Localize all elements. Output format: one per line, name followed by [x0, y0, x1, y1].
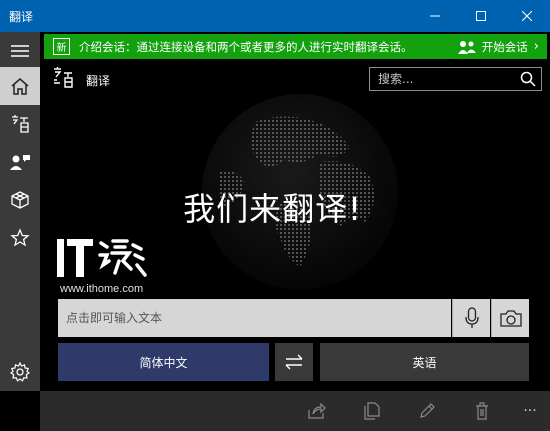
- star-icon: [10, 228, 30, 247]
- camera-icon: [499, 310, 522, 327]
- nav-phrasebook[interactable]: [0, 105, 40, 143]
- nav-settings[interactable]: [0, 353, 40, 391]
- trash-icon: [476, 402, 488, 420]
- cube-icon: [11, 191, 29, 209]
- nav-home[interactable]: [0, 67, 40, 105]
- copy-button[interactable]: [352, 391, 392, 431]
- window-title: 翻译: [9, 9, 34, 24]
- people-icon: [457, 40, 476, 54]
- source-language-label: 简体中文: [139, 355, 188, 370]
- search-icon[interactable]: [520, 71, 536, 87]
- target-language-label: 英语: [412, 355, 437, 370]
- edit-button[interactable]: [407, 391, 447, 431]
- pencil-icon: [420, 403, 435, 418]
- nav-conversation[interactable]: [0, 143, 40, 181]
- swap-languages-button[interactable]: [275, 343, 313, 381]
- minimize-button[interactable]: [412, 0, 458, 32]
- source-language-button[interactable]: 简体中文: [58, 343, 269, 381]
- title-bar: 翻译: [0, 0, 550, 32]
- watermark-url: www.ithome.com: [60, 283, 144, 295]
- app-name: 翻译: [86, 74, 111, 88]
- hamburger-icon: [11, 45, 29, 57]
- copy-icon: [364, 402, 380, 420]
- minimize-icon: [430, 15, 440, 17]
- hamburger-button[interactable]: [0, 32, 40, 70]
- nav-camera[interactable]: [0, 181, 40, 219]
- search-input[interactable]: [370, 68, 510, 90]
- more-options-button[interactable]: ···: [510, 391, 550, 431]
- gear-icon: [10, 362, 30, 382]
- close-icon: [522, 11, 532, 21]
- maximize-icon: [476, 11, 486, 21]
- hero-heading: 我们来翻译!: [183, 190, 362, 228]
- nav-favorites[interactable]: [0, 219, 40, 257]
- home-icon: [11, 78, 29, 95]
- close-button[interactable]: [504, 0, 550, 32]
- target-language-button[interactable]: 英语: [320, 343, 529, 381]
- ithome-watermark-logo: [57, 239, 147, 277]
- share-icon: [308, 403, 326, 419]
- maximize-button[interactable]: [458, 0, 504, 32]
- conversation-banner[interactable]: 新 介绍会话：通过连接设备和两个或者更多的人进行实时翻译会话。 开始会话 ›: [44, 34, 547, 59]
- search-box[interactable]: [369, 67, 542, 91]
- delete-button[interactable]: [462, 391, 502, 431]
- banner-text: 介绍会话：通过连接设备和两个或者更多的人进行实时翻译会话。: [79, 39, 413, 54]
- new-badge: 新: [53, 38, 70, 55]
- start-conversation-label: 开始会话: [481, 39, 528, 54]
- start-conversation-button[interactable]: 开始会话 ›: [457, 39, 539, 55]
- share-button[interactable]: [297, 391, 337, 431]
- text-input-box[interactable]: [58, 299, 451, 337]
- bottom-command-bar: ···: [40, 391, 550, 431]
- microphone-icon: [464, 307, 479, 328]
- conversation-icon: [10, 155, 30, 170]
- translate-text-icon: [12, 115, 29, 133]
- chevron-right-icon: ›: [533, 39, 539, 54]
- nav-rail: [0, 32, 40, 391]
- camera-button[interactable]: [491, 299, 529, 337]
- translator-logo-icon: [54, 67, 73, 88]
- text-input[interactable]: [58, 299, 451, 337]
- microphone-button[interactable]: [452, 299, 490, 337]
- swap-arrows-icon: [285, 354, 303, 370]
